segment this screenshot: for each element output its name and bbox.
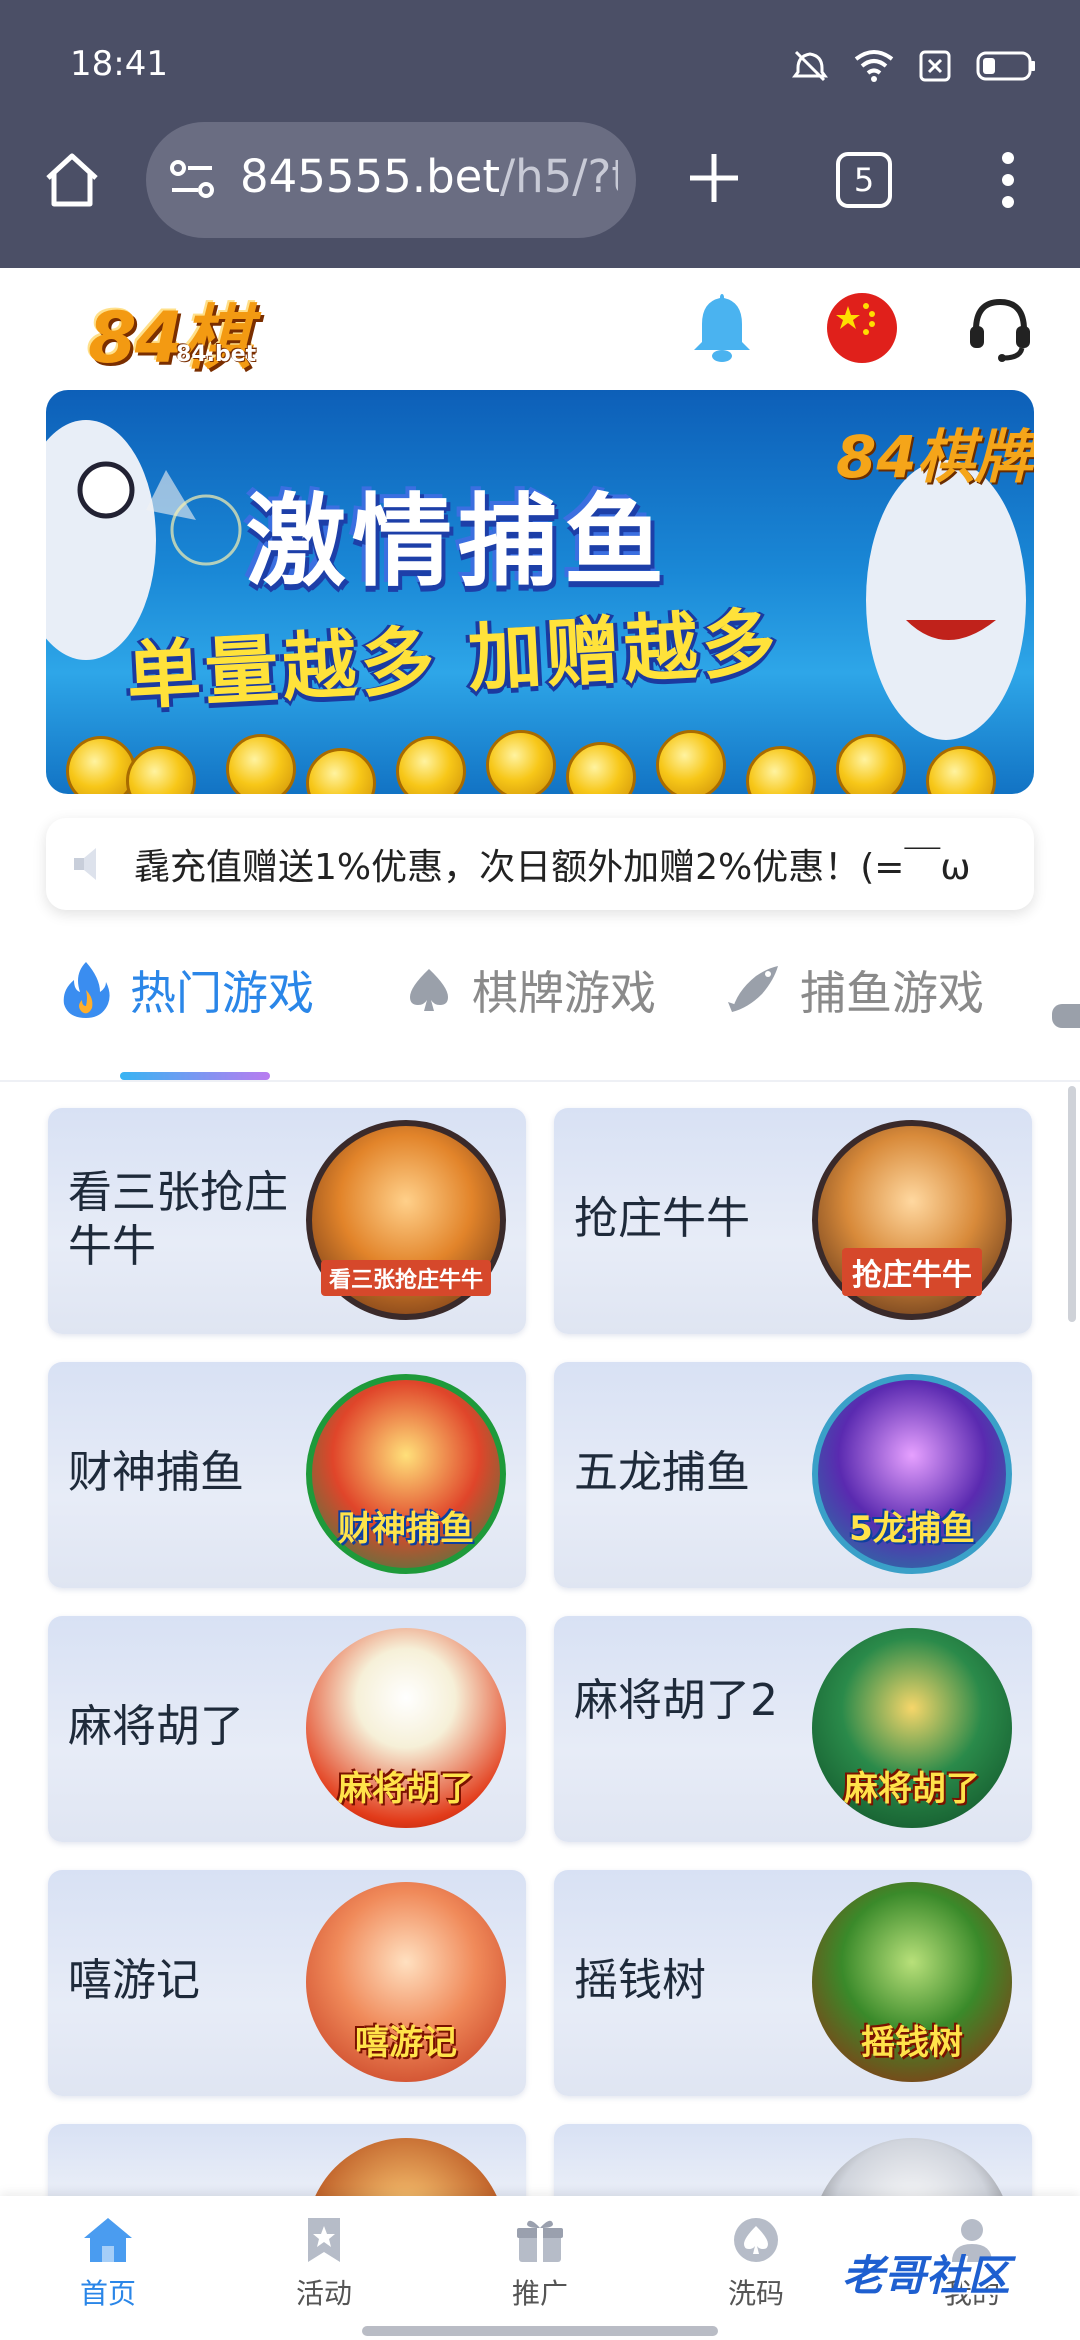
promo-banner[interactable]: 84棋牌 激情捕鱼 单量越多 加赠越多 xyxy=(46,390,1034,794)
spade-icon xyxy=(410,969,448,1011)
url-path: /h5/?t xyxy=(499,150,618,203)
home-icon xyxy=(84,2218,132,2262)
game-card[interactable]: 看三张抢庄牛牛 看三张抢庄牛牛 xyxy=(48,1108,526,1334)
game-card[interactable]: 五龙捕鱼 5龙捕鱼 xyxy=(554,1362,1032,1588)
more-menu-icon[interactable] xyxy=(996,150,1020,210)
nav-rebate[interactable]: 洗码 xyxy=(686,2216,826,2312)
game-art-caishen: 财神捕鱼 xyxy=(306,1374,506,1574)
status-time: 18:41 xyxy=(70,44,168,84)
game-name: 五龙捕鱼 xyxy=(574,1447,750,1498)
game-art-label: 看三张抢庄牛牛 xyxy=(320,1260,492,1296)
battery-icon xyxy=(976,51,1035,81)
tab-switcher-button[interactable]: 5 xyxy=(836,152,892,208)
game-art-mahjong: 麻将胡了 xyxy=(306,1628,506,1828)
game-art-xiyouji: 嘻游记 xyxy=(306,1882,506,2082)
nav-label: 活动 xyxy=(295,2277,352,2310)
tab-fishing-games[interactable]: 捕鱼游戏 xyxy=(726,950,984,1030)
tab-label: 棋牌游戏 xyxy=(472,966,656,1020)
tab-divider xyxy=(0,1080,1080,1082)
game-card[interactable]: 麻将胡了 麻将胡了 xyxy=(48,1616,526,1842)
coin-decoration xyxy=(656,730,726,794)
gift-icon xyxy=(517,2220,563,2262)
site-logo[interactable]: 84棋牌 84.bet xyxy=(88,282,308,480)
nav-label: 首页 xyxy=(79,2277,136,2310)
scrollbar[interactable] xyxy=(1068,1086,1076,1322)
game-name: 财神捕鱼 xyxy=(68,1447,244,1498)
banner-title: 激情捕鱼 xyxy=(246,483,670,600)
game-name: 麻将胡了 xyxy=(68,1701,244,1752)
url-text[interactable]: 845555.bet/h5/?t xyxy=(240,150,618,203)
url-host: 845555.bet xyxy=(240,150,500,203)
home-button[interactable] xyxy=(40,148,104,212)
wifi-icon xyxy=(854,50,894,82)
customer-service-icon[interactable] xyxy=(964,292,1036,364)
game-art-label: 嘻游记 xyxy=(355,2023,457,2063)
bell-icon[interactable] xyxy=(690,290,754,364)
game-name: 麻将胡了2 xyxy=(574,1675,778,1726)
tab-chess-games[interactable]: 棋牌游戏 xyxy=(404,950,656,1030)
home-indicator[interactable] xyxy=(362,2326,718,2336)
game-art-label: 麻将胡了 xyxy=(338,1769,474,1809)
nav-label: 推广 xyxy=(511,2277,568,2310)
game-art-label: 摇钱树 xyxy=(861,2023,963,2063)
announcement-marquee[interactable]: 毳充值赠送1%优惠，次日额外加赠2%优惠！(=￣ω xyxy=(46,818,1034,910)
tab-label: 捕鱼游戏 xyxy=(800,966,984,1020)
active-tab-indicator xyxy=(120,1072,270,1080)
gamepad-icon[interactable] xyxy=(1050,996,1080,1036)
language-flag-icon[interactable] xyxy=(826,292,898,364)
site-settings-icon[interactable] xyxy=(168,158,218,202)
status-icons xyxy=(790,44,1036,88)
fire-icon xyxy=(63,962,110,1018)
watermark: 老哥社区 xyxy=(842,2251,1011,2300)
game-card[interactable]: 摇钱树 摇钱树 xyxy=(554,1870,1032,2096)
tab-label: 热门游戏 xyxy=(130,966,314,1020)
fish-icon xyxy=(728,966,778,1012)
game-art-label: 抢庄牛牛 xyxy=(842,1248,982,1296)
game-card[interactable]: 麻将胡了2 麻将胡了 xyxy=(554,1616,1032,1842)
game-art-label: 财神捕鱼 xyxy=(338,1509,474,1549)
game-art-yaoqianshu: 摇钱树 xyxy=(812,1882,1012,2082)
new-tab-button[interactable] xyxy=(686,150,742,206)
speaker-icon xyxy=(74,848,96,880)
game-card[interactable]: 嘻游记 嘻游记 xyxy=(48,1870,526,2096)
game-name: 抢庄牛牛 xyxy=(574,1193,750,1244)
game-name: 嘻游记 xyxy=(68,1955,200,2006)
game-art-label: 麻将胡了 xyxy=(844,1769,980,1809)
game-name: 摇钱树 xyxy=(574,1955,706,2006)
game-name: 看三张抢庄牛牛 xyxy=(68,1167,288,1272)
nav-label: 洗码 xyxy=(727,2277,784,2310)
tab-hot-games[interactable]: 热门游戏 xyxy=(60,950,314,1030)
game-art-label: 5龙捕鱼 xyxy=(849,1509,975,1549)
mute-icon xyxy=(792,50,828,82)
spade-coin-icon xyxy=(734,2218,778,2262)
nav-promote[interactable]: 推广 xyxy=(470,2216,610,2312)
game-card[interactable]: 抢庄牛牛 抢庄牛牛 xyxy=(554,1108,1032,1334)
game-card[interactable]: 财神捕鱼 财神捕鱼 xyxy=(48,1362,526,1588)
nav-home[interactable]: 首页 xyxy=(38,2216,178,2312)
bookmark-icon xyxy=(308,2218,340,2262)
logo-sub: 84.bet xyxy=(176,342,257,367)
banner-badge: 84棋牌 xyxy=(836,423,1033,491)
game-art-mahjong-2: 麻将胡了 xyxy=(812,1628,1012,1828)
game-art-qiangzhuang: 抢庄牛牛 xyxy=(812,1120,1012,1320)
sim-off-icon xyxy=(919,50,951,82)
nav-activity[interactable]: 活动 xyxy=(254,2216,394,2312)
game-art-wulong: 5龙捕鱼 xyxy=(812,1374,1012,1574)
tab-count: 5 xyxy=(853,161,875,199)
marquee-text: 毳充值赠送1%优惠，次日额外加赠2%优惠！(=￣ω xyxy=(134,847,971,888)
coin-decoration xyxy=(486,730,556,794)
game-art-niuniu: 看三张抢庄牛牛 xyxy=(306,1120,506,1320)
